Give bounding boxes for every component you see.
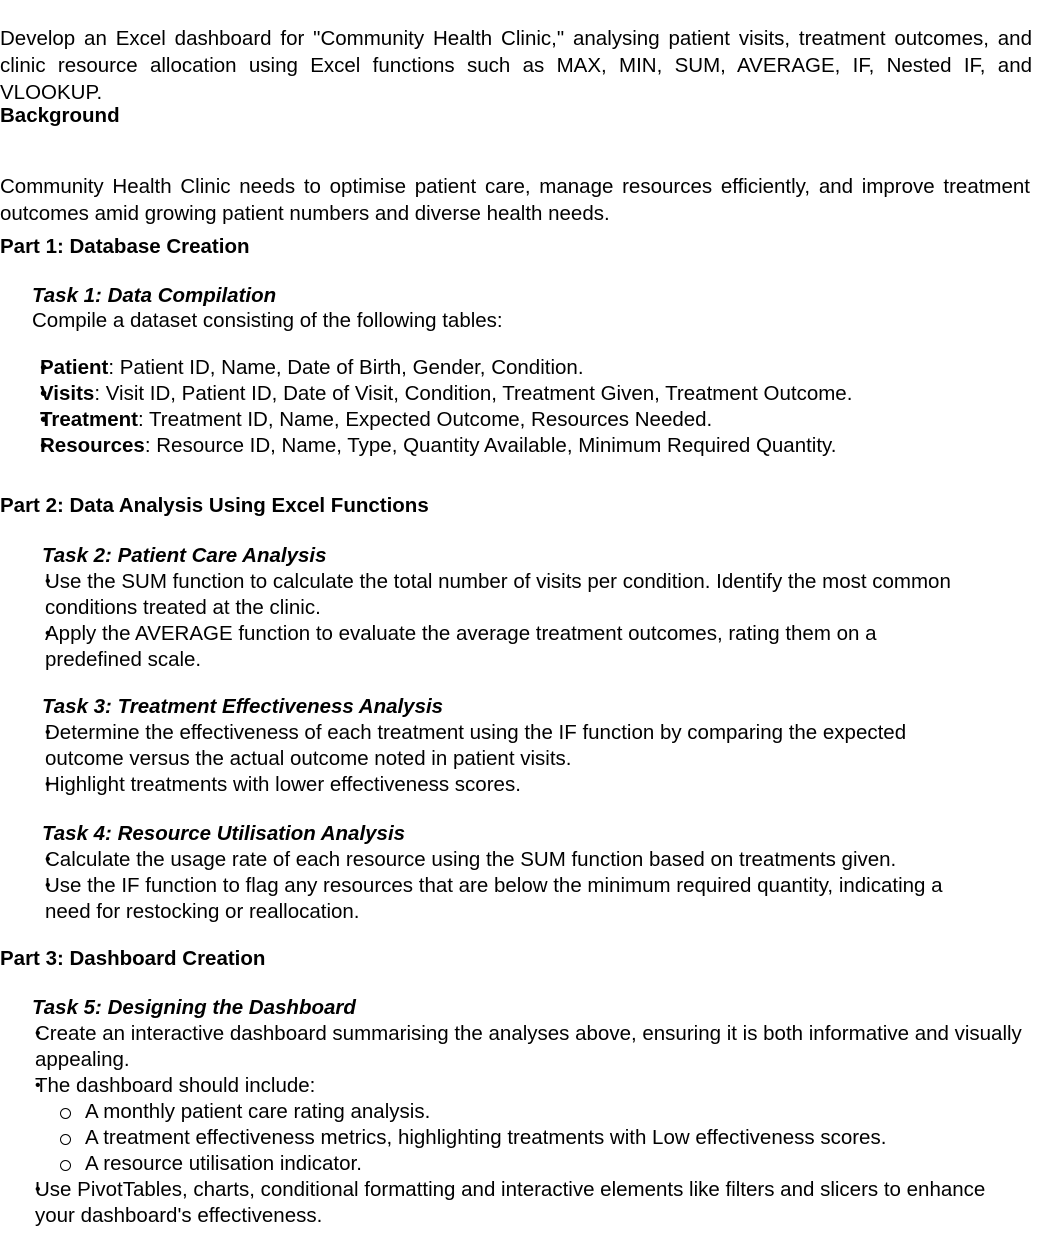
bullet-circle-icon bbox=[60, 1134, 71, 1145]
task3-bullet-list: • Determine the effectiveness of each tre… bbox=[45, 720, 990, 798]
bullet-text: Use the SUM function to calculate the to… bbox=[45, 570, 951, 619]
sub-list-item: A treatment effectiveness metrics, highl… bbox=[60, 1125, 1030, 1151]
task4-bullet-list: • Calculate the usage rate of each resour… bbox=[45, 847, 990, 925]
sub-bullet-text: A monthly patient care rating analysis. bbox=[85, 1100, 431, 1123]
table-fields: : Patient ID, Name, Date of Birth, Gende… bbox=[108, 356, 584, 379]
table-name: Patient bbox=[40, 356, 109, 379]
background-heading: Background bbox=[0, 104, 120, 127]
list-item: • The dashboard should include: A monthly… bbox=[35, 1073, 1030, 1177]
list-item: • Use the IF function to flag any resourc… bbox=[45, 873, 990, 925]
task4-heading: Task 4: Resource Utilisation Analysis bbox=[42, 822, 406, 845]
document-page: Develop an Excel dashboard for "Communit… bbox=[0, 0, 1045, 1238]
bullet-text: Highlight treatments with lower effectiv… bbox=[45, 773, 521, 796]
part2-heading: Part 2: Data Analysis Using Excel Functi… bbox=[0, 494, 429, 517]
table-name: Visits bbox=[40, 382, 95, 405]
bullet-text: Use the IF function to flag any resource… bbox=[45, 874, 943, 923]
task5-heading: Task 5: Designing the Dashboard bbox=[32, 996, 356, 1019]
list-item: • Treatment: Treatment ID, Name, Expected… bbox=[40, 407, 1000, 433]
bullet-disc-icon: • bbox=[35, 1181, 41, 1198]
bullet-disc-icon: • bbox=[45, 877, 51, 894]
table-name: Treatment bbox=[40, 408, 138, 431]
table-fields: : Resource ID, Name, Type, Quantity Avai… bbox=[144, 434, 837, 457]
list-item: • Apply the AVERAGE function to evaluate … bbox=[45, 621, 975, 673]
bullet-circle-icon bbox=[60, 1160, 71, 1171]
bullet-disc-icon: • bbox=[40, 356, 48, 379]
bullet-text: Create an interactive dashboard summaris… bbox=[35, 1022, 1022, 1071]
bullet-disc-icon: • bbox=[45, 573, 51, 590]
list-item: • Visits: Visit ID, Patient ID, Date of V… bbox=[40, 381, 1000, 407]
bullet-disc-icon: • bbox=[35, 1077, 41, 1094]
bullet-text: Calculate the usage rate of each resourc… bbox=[45, 848, 897, 871]
list-item: • Patient: Patient ID, Name, Date of Birt… bbox=[40, 355, 1000, 381]
list-item: • Use PivotTables, charts, conditional fo… bbox=[35, 1177, 1030, 1229]
bullet-text: Determine the effectiveness of each trea… bbox=[45, 721, 907, 770]
bullet-disc-icon: • bbox=[40, 434, 48, 457]
task2-bullet-list: • Use the SUM function to calculate the t… bbox=[45, 569, 975, 673]
part1-table-list: • Patient: Patient ID, Name, Date of Birt… bbox=[40, 355, 1000, 459]
task5-sub-bullet-list: A monthly patient care rating analysis. … bbox=[35, 1099, 1030, 1177]
list-item: • Determine the effectiveness of each tre… bbox=[45, 720, 990, 772]
part1-heading: Part 1: Database Creation bbox=[0, 235, 250, 258]
list-item: • Calculate the usage rate of each resour… bbox=[45, 847, 990, 873]
bullet-disc-icon: • bbox=[40, 408, 48, 431]
bullet-disc-icon: • bbox=[45, 851, 51, 868]
sub-bullet-text: A treatment effectiveness metrics, highl… bbox=[85, 1126, 887, 1149]
table-name: Resources bbox=[40, 434, 145, 457]
background-paragraph: Community Health Clinic needs to optimis… bbox=[0, 174, 1030, 225]
bullet-circle-icon bbox=[60, 1108, 71, 1119]
bullet-disc-icon: • bbox=[45, 625, 51, 642]
sub-list-item: A resource utilisation indicator. bbox=[60, 1151, 1030, 1177]
table-fields: : Visit ID, Patient ID, Date of Visit, C… bbox=[94, 382, 853, 405]
list-item: • Highlight treatments with lower effecti… bbox=[45, 772, 990, 798]
task1-heading: Task 1: Data Compilation bbox=[32, 284, 277, 307]
sub-list-item: A monthly patient care rating analysis. bbox=[60, 1099, 1030, 1125]
bullet-text: The dashboard should include: bbox=[35, 1074, 316, 1097]
intro-paragraph: Develop an Excel dashboard for "Communit… bbox=[0, 26, 1032, 104]
bullet-disc-icon: • bbox=[45, 724, 51, 741]
list-item: • Resources: Resource ID, Name, Type, Qua… bbox=[40, 433, 1000, 459]
bullet-disc-icon: • bbox=[45, 776, 51, 793]
task5-bullet-list: • Create an interactive dashboard summari… bbox=[35, 1021, 1030, 1229]
task3-heading: Task 3: Treatment Effectiveness Analysis bbox=[42, 695, 444, 718]
part3-heading: Part 3: Dashboard Creation bbox=[0, 947, 266, 970]
table-fields: : Treatment ID, Name, Expected Outcome, … bbox=[137, 408, 713, 431]
bullet-disc-icon: • bbox=[35, 1025, 41, 1042]
task2-heading: Task 2: Patient Care Analysis bbox=[42, 544, 327, 567]
task1-intro: Compile a dataset consisting of the foll… bbox=[32, 309, 503, 332]
list-item: • Use the SUM function to calculate the t… bbox=[45, 569, 975, 621]
list-item: • Create an interactive dashboard summari… bbox=[35, 1021, 1030, 1073]
bullet-text: Use PivotTables, charts, conditional for… bbox=[35, 1178, 986, 1227]
bullet-disc-icon: • bbox=[40, 382, 48, 405]
bullet-text: Apply the AVERAGE function to evaluate t… bbox=[45, 622, 877, 671]
sub-bullet-text: A resource utilisation indicator. bbox=[85, 1152, 362, 1175]
